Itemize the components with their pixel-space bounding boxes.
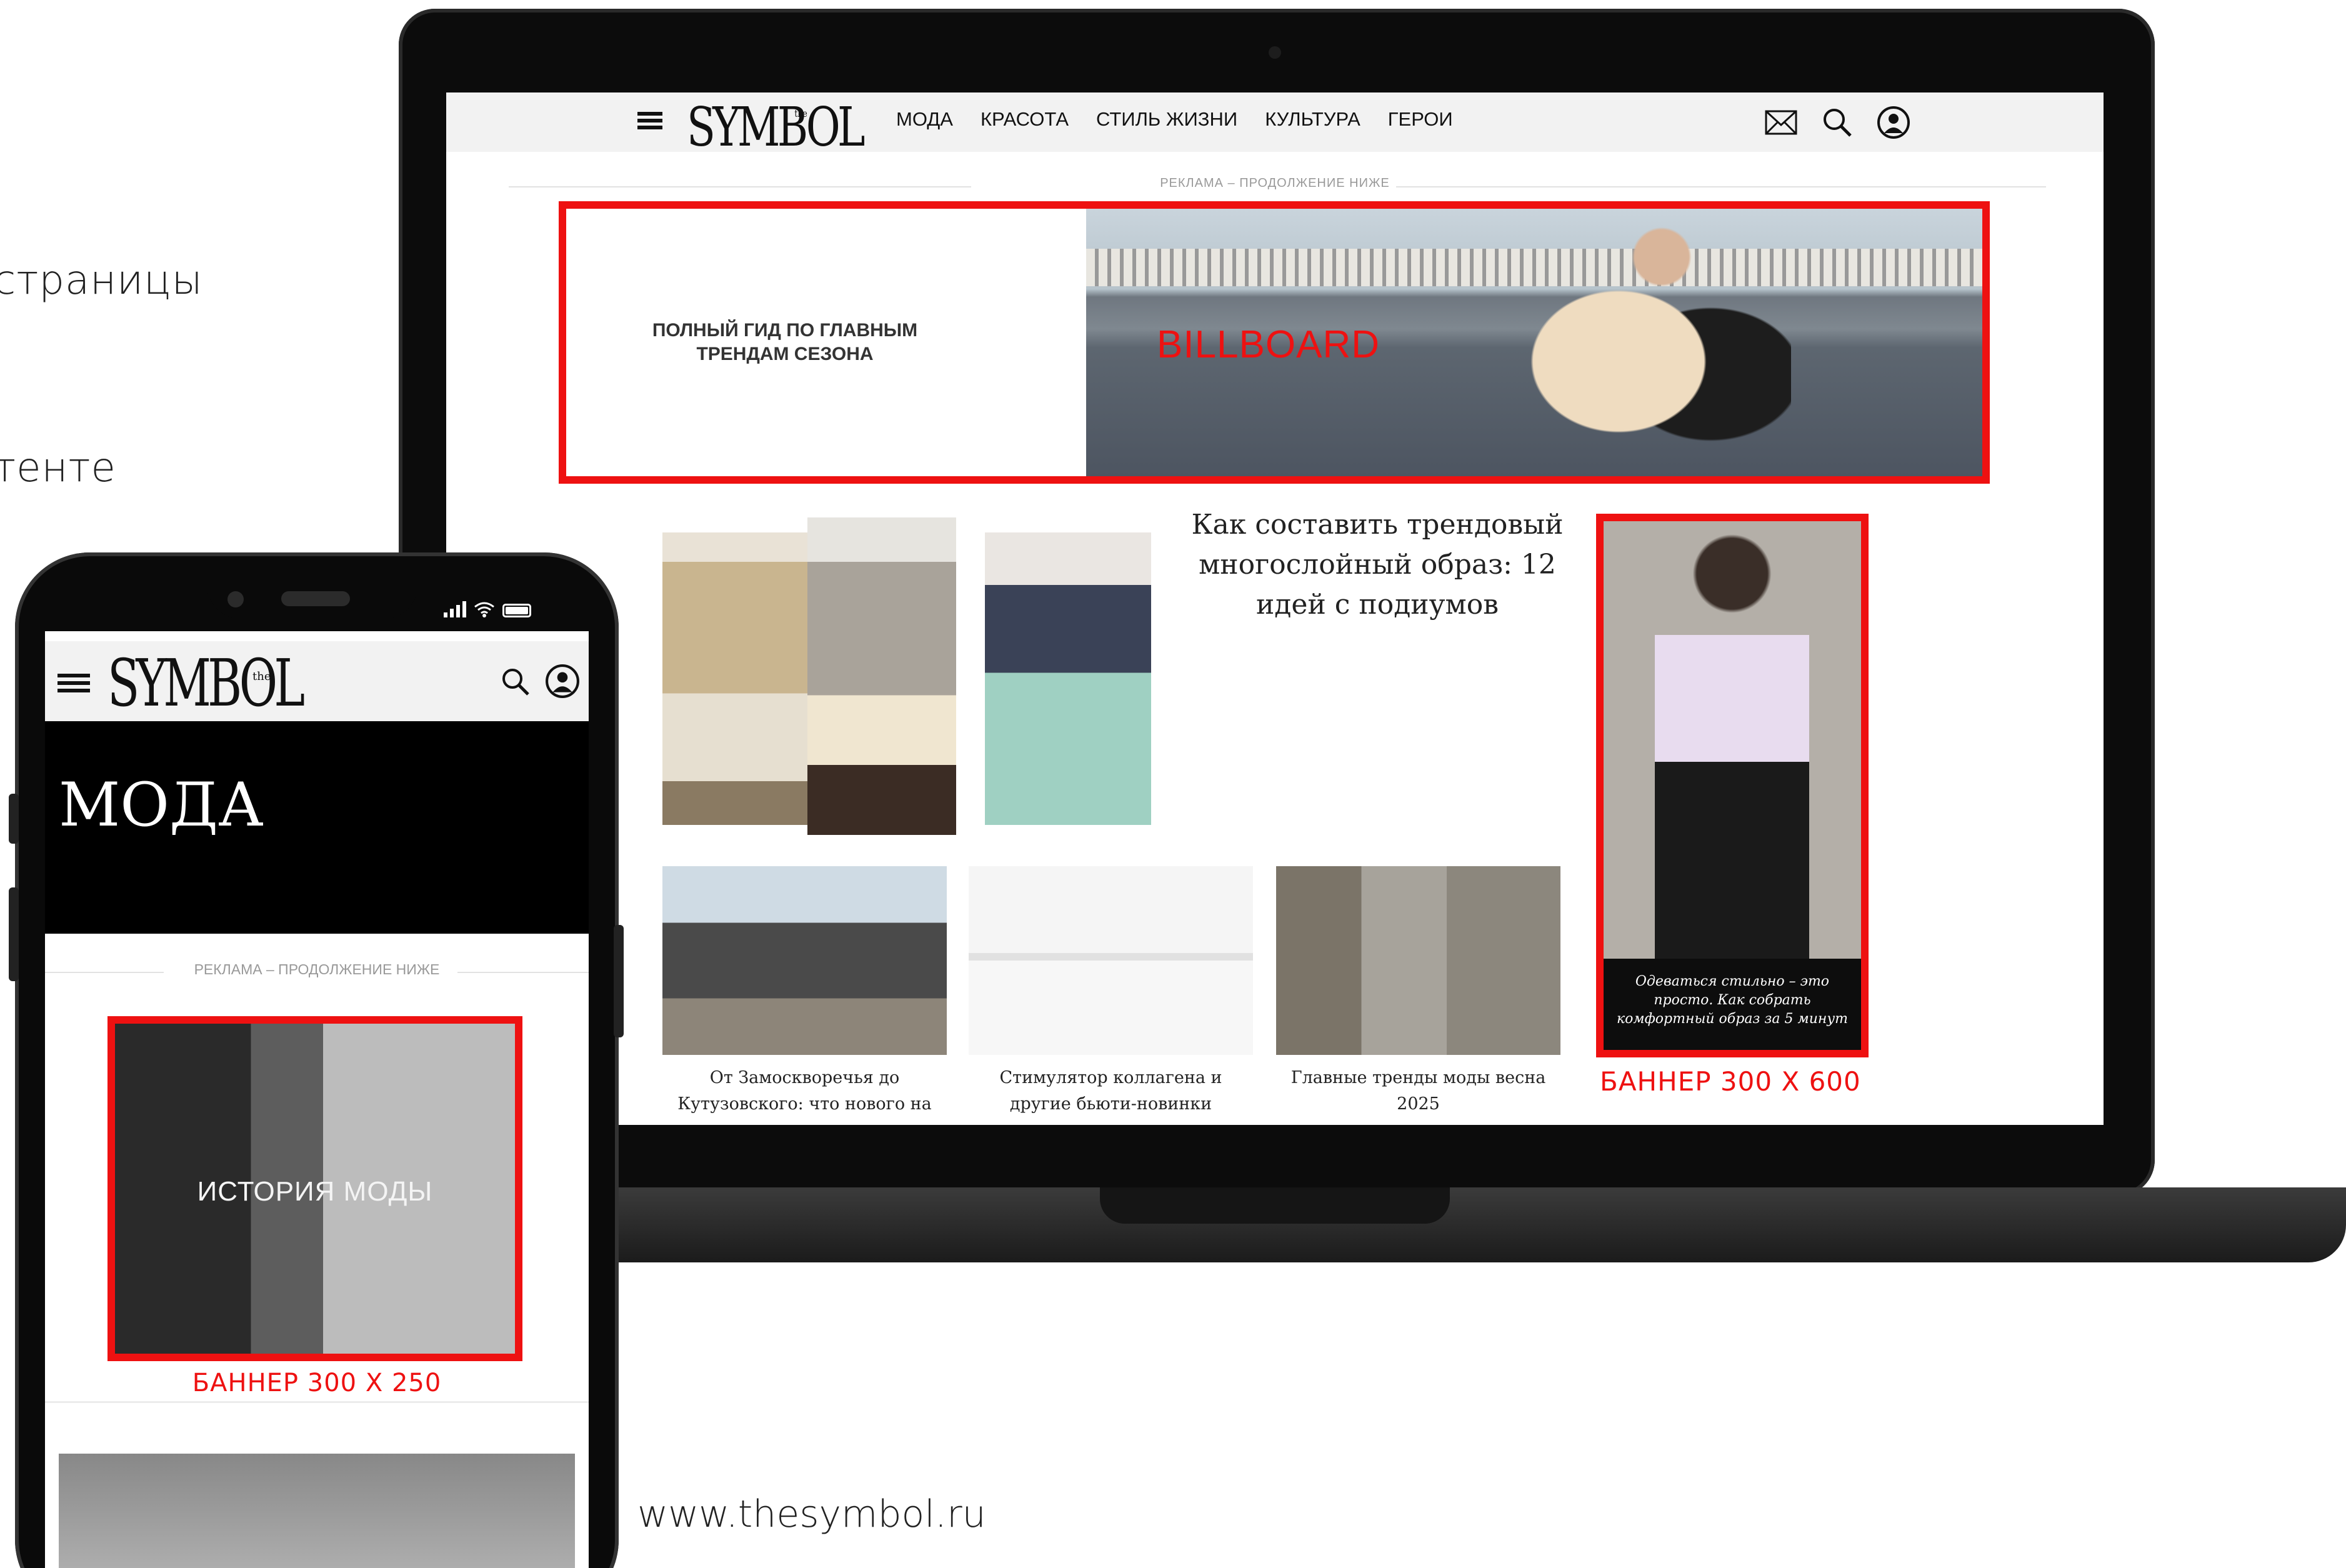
card-image-1[interactable] (662, 866, 947, 1055)
user-icon[interactable] (545, 664, 580, 702)
logo-the: the (794, 107, 807, 119)
banner-300x600-note: БАННЕР 300 Х 600 (1600, 1066, 1861, 1097)
slide-text-1: страницы (0, 257, 203, 304)
slide-text-2: тенте (0, 445, 116, 491)
laptop-camera (1269, 46, 1281, 59)
main-nav: МОДА КРАСОТА СТИЛЬ ЖИЗНИ КУЛЬТУРА ГЕРОИ (896, 108, 1453, 131)
nav-item-culture[interactable]: КУЛЬТУРА (1265, 108, 1360, 131)
billboard-label: BILLBOARD (1157, 323, 1380, 366)
banner-300x600-caption: Одеваться стильно – это просто. Как собр… (1604, 959, 1861, 1050)
banner-300x600-photo (1604, 521, 1861, 959)
banner-300x250-note: БАННЕР 300 Х 250 (192, 1369, 442, 1397)
nav-item-fashion[interactable]: МОДА (896, 108, 953, 131)
battery-icon (502, 604, 531, 617)
phone-notch (206, 557, 419, 620)
card-caption-1[interactable]: От Замоскворечья до Кутузовского: что но… (662, 1065, 947, 1117)
featured-image-1[interactable] (662, 532, 821, 825)
featured-image-2[interactable] (807, 517, 956, 835)
billboard-text: ПОЛНЫЙ ГИД ПО ГЛАВНЫМ ТРЕНДАМ СЕЗОНА (652, 320, 918, 364)
search-icon[interactable] (1820, 105, 1855, 140)
phone-speaker (281, 591, 350, 606)
mobile-screen: SYMBOL the МОДА РЕКЛАМА – ПРОДОЛЖЕНИЕ НИ… (45, 631, 589, 1568)
ad-label: РЕКЛАМА – ПРОДОЛЖЕНИЕ НИЖЕ (194, 961, 440, 977)
billboard-banner[interactable]: ПОЛНЫЙ ГИД ПО ГЛАВНЫМ ТРЕНДАМ СЕЗОНА BIL… (559, 201, 1990, 484)
card-caption-2[interactable]: Стимулятор коллагена и другие бьюти-нови… (969, 1065, 1253, 1117)
card-image-2[interactable] (969, 866, 1253, 1055)
signal-icon (444, 601, 466, 617)
mobile-logo[interactable]: SYMBOL (107, 645, 305, 721)
nav-item-beauty[interactable]: КРАСОТА (981, 108, 1069, 131)
banner-300x600[interactable]: Одеваться стильно – это просто. Как собр… (1596, 514, 1869, 1057)
phone-button-1 (9, 794, 19, 844)
phone-camera (227, 591, 244, 607)
site-url[interactable]: www.thesymbol.ru (637, 1492, 986, 1536)
desktop-screen: SYMBOL the МОДА КРАСОТА СТИЛЬ ЖИЗНИ КУЛЬ… (446, 92, 2104, 1125)
nav-item-heroes[interactable]: ГЕРОИ (1388, 108, 1453, 131)
featured-image-3[interactable] (985, 532, 1151, 825)
banner-300x250-label: ИСТОРИЯ МОДЫ (197, 1176, 433, 1207)
phone-button-2 (9, 887, 19, 981)
featured-title[interactable]: Как составить трендовый многослойный обр… (1184, 505, 1571, 625)
card-caption-3[interactable]: Главные тренды моды весна 2025 (1276, 1065, 1560, 1117)
next-article-image[interactable] (59, 1454, 575, 1568)
site-logo[interactable]: SYMBOL the (687, 96, 866, 159)
section-title: МОДА (59, 770, 264, 840)
wifi-icon (474, 602, 494, 617)
status-bar (444, 601, 531, 617)
phone-button-3 (614, 925, 624, 1037)
logo-the: the (252, 670, 271, 683)
billboard-model-figure (1504, 221, 1791, 476)
search-icon[interactable] (500, 666, 531, 701)
menu-icon[interactable] (57, 670, 90, 696)
user-icon[interactable] (1876, 105, 1911, 140)
menu-icon[interactable] (637, 109, 662, 134)
laptop-hinge-notch (1100, 1187, 1450, 1224)
section-divider (45, 1401, 589, 1403)
card-image-3[interactable] (1276, 866, 1560, 1055)
banner-300x250[interactable]: ИСТОРИЯ МОДЫ (107, 1016, 522, 1361)
ad-label: РЕКЛАМА – ПРОДОЛЖЕНИЕ НИЖЕ (1160, 176, 1390, 190)
nav-item-lifestyle[interactable]: СТИЛЬ ЖИЗНИ (1096, 108, 1237, 131)
mail-icon[interactable] (1764, 105, 1799, 140)
